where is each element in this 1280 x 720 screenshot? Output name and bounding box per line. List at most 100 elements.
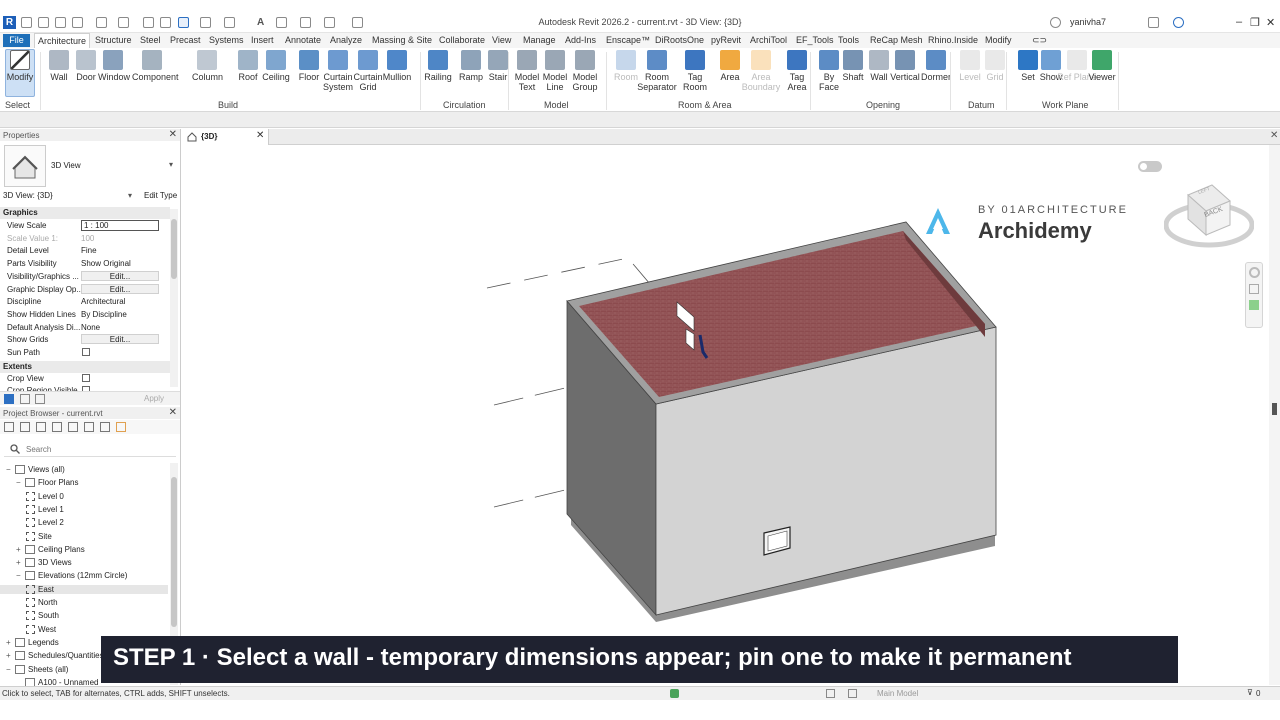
- tree-item-3d-views[interactable]: +3D Views: [16, 558, 72, 568]
- apply-button[interactable]: Apply: [144, 394, 164, 403]
- area-boundary-button[interactable]: Area Boundary: [741, 50, 781, 92]
- tree-item-legends[interactable]: + Legends: [6, 637, 59, 647]
- tree-item-ceiling-plans[interactable]: + Ceiling Plans: [16, 544, 85, 554]
- ribbon-minimize-icon[interactable]: ⊂⊃: [1032, 35, 1047, 46]
- chevron-down-icon[interactable]: ▾: [169, 160, 173, 169]
- tab-dirootsone[interactable]: DiRootsOne: [655, 35, 704, 45]
- vertical-button[interactable]: Vertical: [890, 50, 920, 82]
- tab-insert[interactable]: Insert: [251, 35, 274, 45]
- railing-button[interactable]: Railing: [423, 50, 453, 82]
- wall-button[interactable]: Wall: [44, 50, 74, 82]
- tree-item-level-1[interactable]: Level 1: [26, 504, 64, 514]
- tab-steel[interactable]: Steel: [140, 35, 161, 45]
- property-value[interactable]: Fine: [81, 246, 97, 255]
- browser-group-icon[interactable]: [84, 422, 94, 432]
- browser-link-icon[interactable]: [100, 422, 110, 432]
- edit-button[interactable]: Edit...: [81, 283, 159, 294]
- tab-pyrevit[interactable]: pyRevit: [711, 35, 741, 45]
- cart-icon[interactable]: [1148, 17, 1159, 28]
- group-extents[interactable]: Extents: [0, 360, 170, 373]
- tab-view[interactable]: View: [492, 35, 511, 45]
- browser-schedule-icon[interactable]: [52, 422, 62, 432]
- active-model[interactable]: Main Model: [877, 689, 918, 698]
- tab-file[interactable]: File: [3, 34, 30, 47]
- property-value[interactable]: None: [81, 323, 100, 332]
- checkbox[interactable]: [82, 348, 90, 356]
- mullion-button[interactable]: Mullion: [382, 50, 412, 82]
- tab-precast[interactable]: Precast: [170, 35, 201, 45]
- ceiling-button[interactable]: Ceiling: [261, 50, 291, 82]
- zoom-region-icon[interactable]: [1249, 300, 1259, 310]
- search-input[interactable]: [26, 443, 166, 455]
- tab-add-ins[interactable]: Add-Ins: [565, 35, 596, 45]
- close-icon[interactable]: ✕: [169, 129, 177, 140]
- expand-toggle-icon[interactable]: −: [16, 478, 25, 487]
- edit-button[interactable]: Edit...: [81, 334, 159, 345]
- tree-item-site[interactable]: Site: [26, 531, 52, 541]
- close-icon[interactable]: ✕: [169, 407, 177, 418]
- 3d-viewport[interactable]: BY 01ARCHITECTURE Archidemy BACK LEFT: [183, 145, 1269, 685]
- model-icon[interactable]: [848, 689, 857, 698]
- chevron-down-icon[interactable]: ▾: [128, 191, 132, 200]
- property-value[interactable]: Show Original: [81, 259, 131, 268]
- user-name[interactable]: yanivha7: [1070, 17, 1106, 27]
- minimize-button[interactable]: –: [1236, 16, 1242, 28]
- close-button[interactable]: ✕: [1266, 16, 1275, 29]
- edit-type-button[interactable]: Edit Type: [144, 191, 177, 200]
- tree-item-schedules-quantities[interactable]: + Schedules/Quantities: [6, 651, 104, 661]
- property-value[interactable]: 100: [81, 234, 94, 243]
- component-button[interactable]: Component: [132, 50, 179, 82]
- filter-icon[interactable]: ⊽: [1247, 688, 1253, 697]
- workset-icon[interactable]: [670, 689, 679, 698]
- properties-help-icon[interactable]: [4, 394, 14, 404]
- modify-button[interactable]: Modify: [5, 50, 35, 82]
- tab-enscape[interactable]: Enscape™: [606, 35, 650, 45]
- model-group-button[interactable]: Model Group: [565, 50, 605, 92]
- tab-ef-tools[interactable]: EF_Tools: [796, 35, 834, 45]
- tree-item-south[interactable]: South: [26, 611, 59, 621]
- viewer-button[interactable]: Viewer: [1087, 50, 1117, 82]
- view-scrollbar[interactable]: [1269, 145, 1280, 685]
- toggle-switch[interactable]: [1138, 161, 1162, 172]
- tree-item-views-all[interactable]: − Views (all): [6, 465, 65, 474]
- tree-item-sheets-all[interactable]: − Sheets (all): [6, 664, 68, 674]
- column-button[interactable]: Column: [192, 50, 223, 82]
- tab-tools[interactable]: Tools: [838, 35, 859, 45]
- group-icon[interactable]: [35, 394, 45, 404]
- tab-architool[interactable]: ArchiTool: [750, 35, 787, 45]
- expand-toggle-icon[interactable]: +: [16, 545, 25, 554]
- browser-home-icon[interactable]: [4, 422, 14, 432]
- window-button[interactable]: Window: [98, 50, 130, 82]
- tab-annotate[interactable]: Annotate: [285, 35, 321, 45]
- expand-toggle-icon[interactable]: +: [16, 558, 25, 567]
- tab-systems[interactable]: Systems: [209, 35, 244, 45]
- group-graphics[interactable]: Graphics: [0, 207, 170, 219]
- tree-item-east[interactable]: East: [0, 584, 168, 594]
- restore-button[interactable]: ❐: [1250, 16, 1260, 29]
- tree-item-floor-plans[interactable]: − Floor Plans: [16, 478, 78, 488]
- property-value[interactable]: By Discipline: [81, 310, 127, 319]
- browser-sheet-icon[interactable]: [20, 422, 30, 432]
- help-icon[interactable]: [1173, 17, 1184, 28]
- browser-view-icon[interactable]: [36, 422, 46, 432]
- tab-3d-view[interactable]: {3D} ✕: [183, 129, 269, 145]
- select-dropdown[interactable]: Select: [5, 100, 30, 110]
- tree-item-west[interactable]: West: [26, 624, 56, 634]
- tab-collaborate[interactable]: Collaborate: [439, 35, 485, 45]
- tab-rhino-inside[interactable]: Rhino.Inside: [928, 35, 978, 45]
- panel-room-area[interactable]: Room & Area: [678, 100, 732, 110]
- expand-toggle-icon[interactable]: −: [6, 665, 15, 674]
- property-value[interactable]: Architectural: [81, 297, 125, 306]
- tag-room-button[interactable]: Tag Room: [680, 50, 710, 92]
- tab-structure[interactable]: Structure: [95, 35, 132, 45]
- roof-button[interactable]: Roof: [233, 50, 263, 82]
- edit-button[interactable]: Edit...: [81, 270, 159, 281]
- properties-scrollbar[interactable]: [170, 209, 178, 387]
- browser-search[interactable]: [4, 441, 176, 457]
- view-scale-input[interactable]: 1 : 100: [81, 220, 159, 231]
- door-button[interactable]: Door: [71, 50, 101, 82]
- tab-modify[interactable]: Modify: [985, 35, 1012, 45]
- room-separator-button[interactable]: Room Separator: [637, 50, 677, 92]
- expand-toggle-icon[interactable]: +: [6, 638, 15, 647]
- tree-item-level-2[interactable]: Level 2: [26, 518, 64, 528]
